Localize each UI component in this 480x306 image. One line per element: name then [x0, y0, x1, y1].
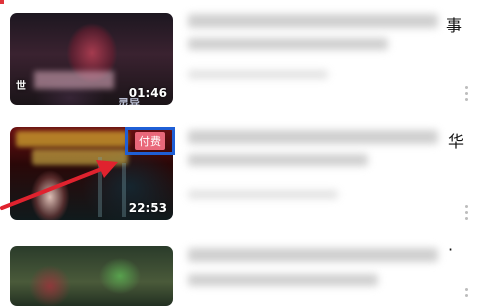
title-trailing-char: 事 — [446, 16, 463, 35]
red-arrow-icon — [0, 160, 118, 210]
video-title-blurred[interactable] — [188, 14, 438, 28]
video-title-line2-blurred — [188, 154, 368, 166]
dot-icon — [464, 211, 468, 214]
video-thumbnail[interactable] — [10, 246, 173, 306]
video-title-line2-blurred — [188, 38, 388, 50]
video-duration: 01:46 — [128, 86, 167, 100]
paid-badge-highlight: 付费 — [125, 127, 175, 155]
video-title-line2-blurred — [188, 274, 378, 286]
video-duration: 22:53 — [128, 201, 167, 215]
video-meta-blurred — [188, 70, 328, 79]
top-left-marker — [0, 0, 4, 4]
title-trailing-char: 华 — [448, 132, 465, 151]
more-options-button[interactable] — [462, 288, 470, 297]
video-title-blurred[interactable] — [188, 248, 438, 262]
more-options-button[interactable] — [462, 86, 470, 101]
video-title-blurred[interactable] — [188, 130, 438, 144]
thumbnail-blurred-text — [34, 71, 114, 89]
dot-icon — [464, 288, 468, 291]
more-options-button[interactable] — [462, 205, 470, 220]
video-meta-blurred — [188, 190, 338, 199]
thumbnail-caption: 世 — [16, 81, 26, 92]
paid-badge: 付费 — [135, 132, 165, 150]
dot-icon — [464, 205, 468, 208]
dot-icon — [464, 294, 468, 297]
dot-icon — [464, 98, 468, 101]
dot-icon — [464, 86, 468, 89]
dot-icon — [464, 92, 468, 95]
dot-icon — [464, 217, 468, 220]
video-thumbnail[interactable]: 世 灵异 01:46 — [10, 13, 173, 105]
title-trailing-char: · — [448, 240, 454, 259]
thumbnail-headline-blurred — [16, 131, 128, 147]
